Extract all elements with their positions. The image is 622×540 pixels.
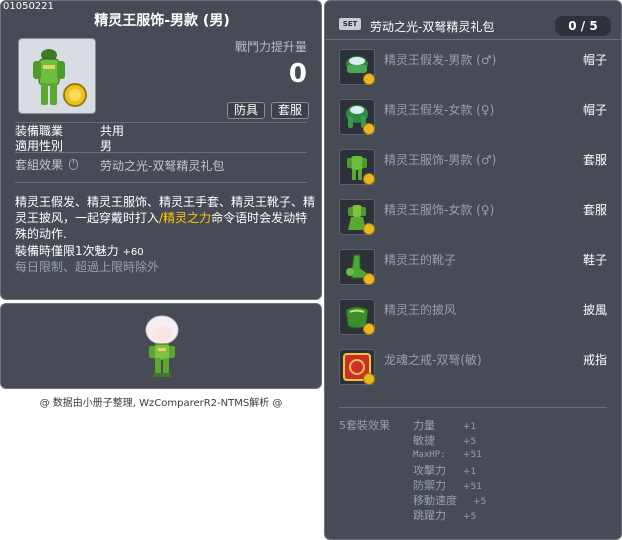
- coin-icon: [363, 323, 375, 335]
- stat-label: 跳躍力: [413, 509, 446, 522]
- set-item[interactable]: 精灵王服饰-女款 (♀) 套服: [325, 199, 622, 245]
- footer-credit: @ 数据由小册子整理, WzComparerR2-NTMS解析 @: [39, 398, 283, 409]
- set-item-name: 精灵王服饰-女款 (♀): [384, 203, 495, 217]
- set-item[interactable]: 精灵王的靴子 鞋子: [325, 249, 622, 295]
- set-badge: SET: [339, 18, 361, 30]
- set-item-type: 套服: [582, 153, 607, 167]
- mouse-icon: [68, 159, 78, 170]
- set-item-type: 鞋子: [582, 253, 607, 267]
- item-tooltip-panel: 01050221 精灵王服饰-男款 (男) 戰鬥力提升量 0 防具 套服 装備職…: [0, 0, 322, 300]
- stat-label: 防禦力: [413, 479, 446, 492]
- stat-value: +5: [473, 497, 487, 507]
- coin-icon: [363, 123, 375, 135]
- stat-value: +1: [463, 467, 477, 477]
- set-effect-label: 套組效果: [15, 156, 78, 173]
- set-item-type: 套服: [582, 203, 607, 217]
- power-increase-value: 0: [288, 59, 307, 89]
- coin-icon: [363, 73, 375, 85]
- tag-armor: 防具: [227, 102, 266, 119]
- item-title: 精灵王服饰-男款 (男): [94, 13, 230, 29]
- description-command: /精灵之力: [159, 211, 212, 225]
- set-info-panel: SET 劳动之光-双弩精灵礼包 0 / 5 精灵王假发-男款 (♂) 帽子 精灵…: [324, 0, 622, 540]
- stat-value: +5: [463, 512, 477, 522]
- stat-label: 移動速度: [413, 494, 457, 507]
- set-effect-value[interactable]: 劳动之光-双弩精灵礼包: [100, 157, 224, 174]
- stat-value: +5: [463, 437, 477, 447]
- stat-line: 力量 +1: [413, 417, 476, 433]
- item-icon-frame: [18, 38, 96, 114]
- avatar-preview-panel: [0, 303, 322, 389]
- divider: [339, 407, 607, 408]
- stat-label: 攻擊力: [413, 464, 446, 477]
- set-item[interactable]: 精灵王的披风 披風: [325, 299, 622, 345]
- set-item-name: 精灵王服饰-男款 (♂): [384, 153, 497, 167]
- divider: [15, 182, 307, 183]
- set-item-type: 披風: [582, 303, 607, 317]
- set-item[interactable]: 精灵王服饰-男款 (♂) 套服: [325, 149, 622, 195]
- set-item-type: 戒指: [582, 353, 607, 367]
- stat-line: 防禦力 +51: [413, 477, 482, 493]
- character-avatar: [145, 315, 179, 377]
- stat-value: +51: [463, 450, 482, 460]
- set-item[interactable]: 精灵王假发-男款 (♂) 帽子: [325, 49, 622, 95]
- tag-overall: 套服: [271, 102, 310, 119]
- coin-icon: [363, 373, 375, 385]
- set-count: 0 / 5: [555, 16, 611, 36]
- coin-icon: [363, 173, 375, 185]
- set-item-name: 龙魂之戒-双弩(敏): [384, 353, 482, 367]
- set-item-name: 精灵王假发-男款 (♂): [384, 53, 497, 67]
- set-item-type: 帽子: [582, 53, 607, 67]
- set-item-name: 精灵王假发-女款 (♀): [384, 103, 495, 117]
- stat-label: 敏捷: [413, 434, 435, 447]
- set-item[interactable]: 精灵王假发-女款 (♀) 帽子: [325, 99, 622, 145]
- set-item-name: 精灵王的披风: [384, 303, 457, 317]
- stat-line: 敏捷 +5: [413, 432, 476, 448]
- set-item-name: 精灵王的靴子: [384, 253, 457, 267]
- set-effect-label-text: 套組效果: [15, 158, 64, 172]
- charm-line: 裝備時僅限1次魅力 +60: [15, 242, 144, 259]
- stat-line: 攻擊力 +1: [413, 462, 476, 478]
- stat-line: MaxHP: +51: [413, 447, 482, 460]
- stat-value: +1: [463, 422, 477, 432]
- stat-label: MaxHP:: [413, 450, 446, 460]
- stat-value: +51: [463, 482, 482, 492]
- set-effects-title: 5套裝效果: [339, 419, 390, 432]
- charm-label: 裝備時僅限1次魅力: [15, 244, 119, 258]
- item-description: 精灵王假发、精灵王服饰、精灵王手套、精灵王靴子、精灵王披风，一起穿戴时打入/精灵…: [15, 194, 315, 242]
- charm-value: +60: [122, 247, 144, 258]
- coin-icon: [363, 273, 375, 285]
- stat-line: 移動速度 +5: [413, 492, 486, 508]
- power-increase-label: 戰鬥力提升量: [234, 40, 307, 54]
- set-name: 劳动之光-双弩精灵礼包: [370, 20, 495, 34]
- divider: [15, 152, 307, 153]
- set-item-type: 帽子: [582, 103, 607, 117]
- set-item[interactable]: 龙魂之戒-双弩(敏) 戒指: [325, 349, 622, 395]
- daily-limit-note: 每日限制、超過上限時除外: [15, 260, 160, 274]
- stat-line: 跳躍力 +5: [413, 507, 476, 523]
- stat-label: 力量: [413, 419, 435, 432]
- divider: [325, 39, 621, 40]
- green-suit-icon: [33, 49, 87, 107]
- coin-icon: [363, 223, 375, 235]
